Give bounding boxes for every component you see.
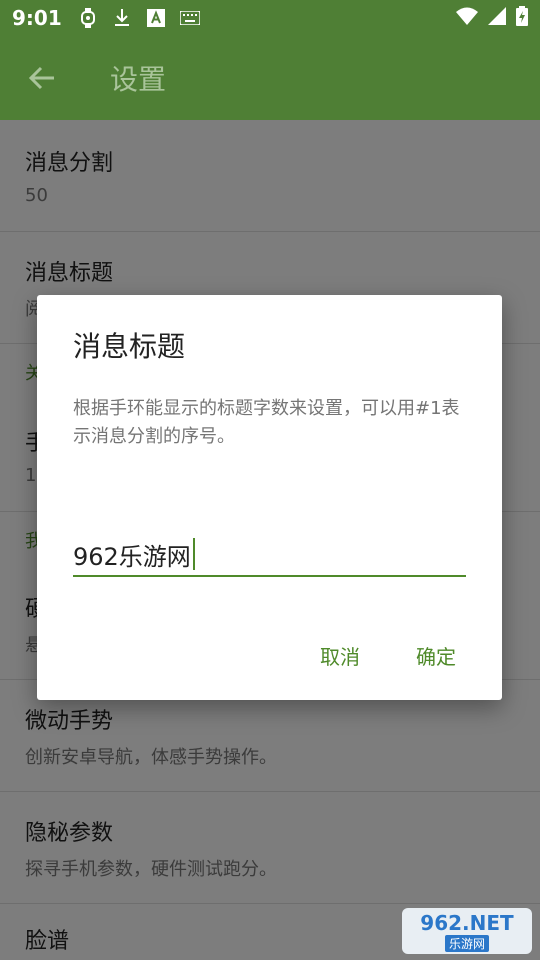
signal-icon [488, 7, 506, 29]
watermark-brand: 962.NET [420, 910, 514, 935]
text-cursor [192, 538, 195, 570]
watch-icon [78, 8, 98, 28]
status-bar: 9:01 [0, 0, 540, 36]
dialog-title: 消息标题 [73, 330, 186, 363]
battery-icon [516, 6, 528, 30]
watermark-logo: 962.NET 乐游网 [402, 908, 532, 954]
watermark-sub: 乐游网 [444, 934, 489, 952]
font-icon [146, 8, 166, 28]
status-time: 9:01 [12, 6, 62, 30]
title-input[interactable]: 962乐游网 [73, 533, 466, 577]
title-input-value: 962乐游网 [73, 542, 191, 571]
arrow-back-icon[interactable] [0, 36, 84, 120]
ok-button[interactable]: 确定 [416, 641, 456, 670]
download-icon [112, 8, 132, 28]
edit-title-dialog: 消息标题 根据手环能显示的标题字数来设置，可以用#1表示消息分割的序号。 962… [37, 295, 502, 700]
cancel-button[interactable]: 取消 [320, 641, 360, 670]
dialog-message: 根据手环能显示的标题字数来设置，可以用#1表示消息分割的序号。 [73, 398, 460, 447]
wifi-icon [456, 7, 478, 29]
page-title: 设置 [110, 63, 167, 96]
app-bar: 设置 [0, 36, 540, 120]
keyboard-icon [179, 8, 200, 28]
